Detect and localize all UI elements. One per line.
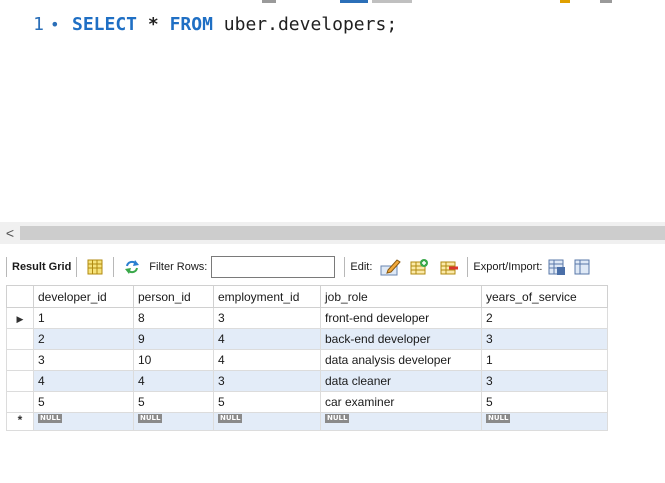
table-cell[interactable]: 3 [481, 328, 608, 350]
table-cell[interactable]: 4 [33, 370, 134, 392]
result-grid-tab[interactable]: Result Grid [12, 261, 71, 273]
table-cell[interactable]: 5 [33, 391, 134, 413]
table-cell[interactable]: 5 [481, 391, 608, 413]
table-cell[interactable]: NULL [320, 412, 482, 431]
add-row-icon[interactable] [410, 258, 429, 276]
column-header[interactable]: person_id [133, 285, 214, 308]
result-toolbar: Result Grid Filter Rows: Edit: Export/Im… [0, 252, 665, 282]
edit-cell-icon[interactable] [380, 258, 402, 276]
export-import-label: Export/Import: [473, 261, 543, 273]
null-badge: NULL [486, 414, 511, 423]
table-cell[interactable]: 2 [33, 328, 134, 350]
table-cell[interactable]: 1 [33, 307, 134, 329]
table-cell[interactable]: NULL [213, 412, 321, 431]
import-icon[interactable] [574, 258, 592, 276]
column-header[interactable]: employment_id [213, 285, 321, 308]
keyword-from: FROM [169, 13, 213, 35]
current-row-glyph: ▶ [16, 314, 24, 324]
table-cell[interactable]: back-end developer [320, 328, 482, 350]
table-identifier: uber.developers; [223, 13, 398, 35]
refresh-icon[interactable] [123, 258, 141, 276]
current-row-marker-icon[interactable]: ▶ [6, 307, 34, 329]
table-row[interactable]: 4 4 3 data cleaner 3 [6, 370, 608, 392]
row-header[interactable] [6, 370, 34, 392]
sql-editor[interactable]: 1 • SELECT * FROM uber.developers; [0, 0, 665, 222]
table-cell[interactable]: 3 [481, 370, 608, 392]
table-cell[interactable]: 4 [213, 328, 321, 350]
column-header[interactable]: job_role [320, 285, 482, 308]
table-cell[interactable]: 4 [213, 349, 321, 371]
table-cell[interactable]: 2 [481, 307, 608, 329]
table-cell[interactable]: 8 [133, 307, 214, 329]
table-cell[interactable]: NULL [133, 412, 214, 431]
table-cell[interactable]: 9 [133, 328, 214, 350]
statement-marker: • [50, 14, 60, 34]
table-row[interactable]: 2 9 4 back-end developer 3 [6, 328, 608, 350]
table-cell[interactable]: 4 [133, 370, 214, 392]
table-cell[interactable]: 5 [213, 391, 321, 413]
row-header[interactable] [6, 391, 34, 413]
table-cell[interactable]: car examiner [320, 391, 482, 413]
null-badge: NULL [138, 414, 163, 423]
filter-rows-label: Filter Rows: [149, 261, 208, 273]
filter-rows-input[interactable] [211, 256, 336, 278]
new-row-marker-icon[interactable]: * [6, 412, 34, 431]
column-header[interactable]: years_of_service [481, 285, 608, 308]
table-cell[interactable]: 10 [133, 349, 214, 371]
toolbar-divider [344, 257, 346, 277]
keyword-select: SELECT [72, 13, 138, 35]
scroll-left-icon[interactable]: < [2, 224, 18, 242]
table-row[interactable]: 3 10 4 data analysis developer 1 [6, 349, 608, 371]
table-cell[interactable]: data cleaner [320, 370, 482, 392]
toolbar-divider [6, 257, 7, 277]
row-header-corner [6, 285, 34, 308]
toolbar-divider [467, 257, 469, 277]
table-cell[interactable]: 3 [213, 307, 321, 329]
table-cell[interactable]: 3 [33, 349, 134, 371]
null-badge: NULL [218, 414, 243, 423]
new-row[interactable]: * NULL NULL NULL NULL NULL [6, 412, 608, 431]
table-cell[interactable]: 5 [133, 391, 214, 413]
table-cell[interactable]: front-end developer [320, 307, 482, 329]
toolbar-divider [113, 257, 115, 277]
grid-header-row: developer_id person_id employment_id job… [6, 285, 608, 308]
result-grid[interactable]: developer_id person_id employment_id job… [6, 285, 608, 431]
grid-view-icon[interactable] [86, 258, 104, 276]
null-badge: NULL [38, 414, 63, 423]
delete-row-icon[interactable] [440, 258, 459, 276]
scrollbar-thumb[interactable] [20, 226, 665, 240]
row-header[interactable] [6, 328, 34, 350]
edit-label: Edit: [350, 261, 373, 273]
select-star: * [147, 13, 159, 35]
toolbar-divider [76, 257, 78, 277]
column-header[interactable]: developer_id [33, 285, 134, 308]
table-row[interactable]: 5 5 5 car examiner 5 [6, 391, 608, 413]
table-cell[interactable]: 3 [213, 370, 321, 392]
line-number: 1 [33, 13, 44, 35]
editor-toolbar-remnant [0, 0, 665, 4]
editor-horizontal-scrollbar[interactable]: < [0, 222, 665, 244]
new-row-glyph: * [17, 413, 23, 427]
null-badge: NULL [325, 414, 350, 423]
export-icon[interactable] [548, 258, 566, 276]
table-row[interactable]: ▶ 1 8 3 front-end developer 2 [6, 307, 608, 329]
table-cell[interactable]: NULL [481, 412, 608, 431]
table-cell[interactable]: NULL [33, 412, 134, 431]
table-cell[interactable]: 1 [481, 349, 608, 371]
code-line-1[interactable]: 1 • SELECT * FROM uber.developers; [0, 12, 397, 36]
table-cell[interactable]: data analysis developer [320, 349, 482, 371]
row-header[interactable] [6, 349, 34, 371]
